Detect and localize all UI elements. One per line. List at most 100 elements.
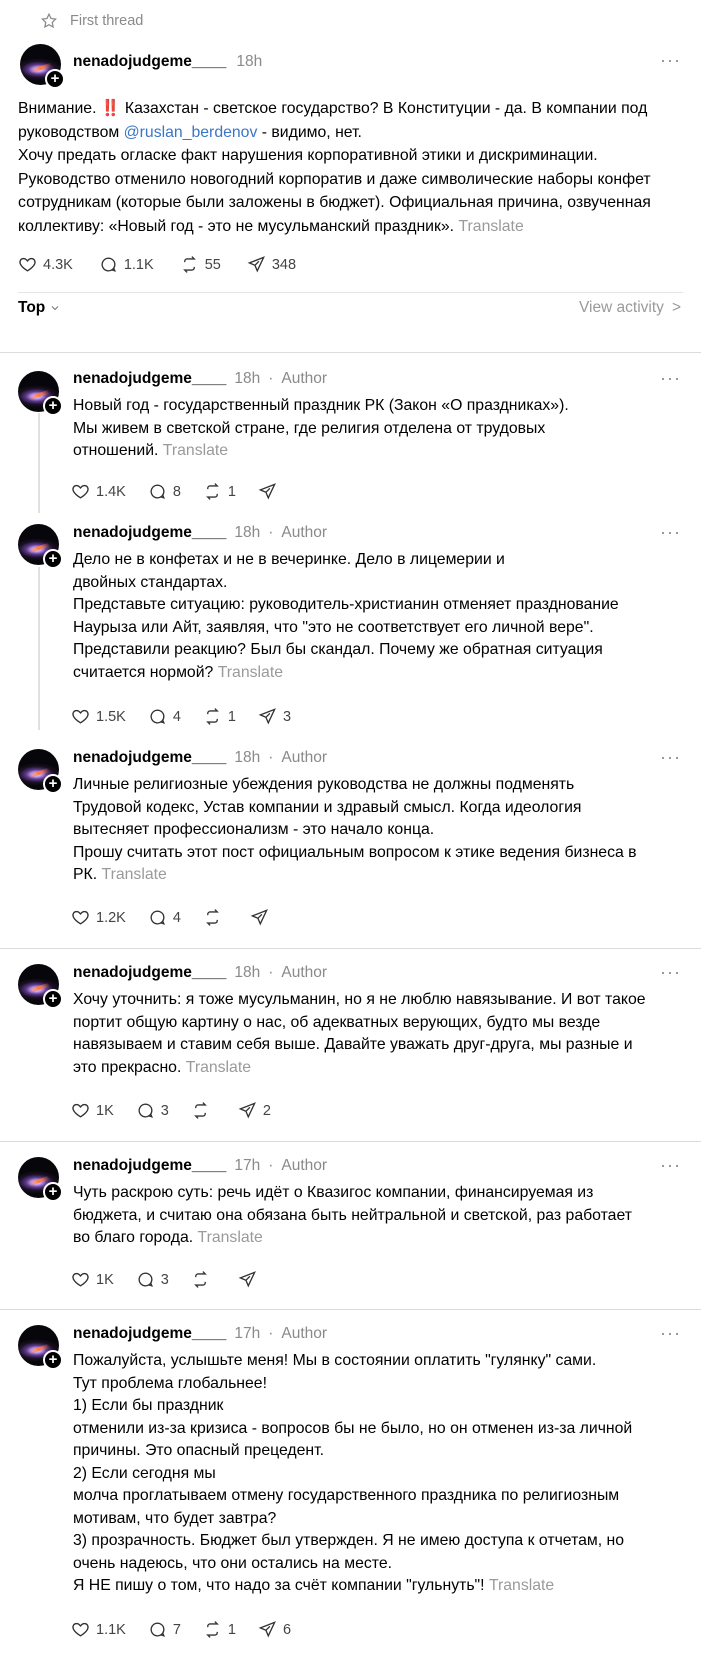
follow-plus-icon[interactable]: + bbox=[43, 774, 63, 794]
more-options-icon[interactable]: ··· bbox=[660, 747, 681, 768]
view-activity-link[interactable]: View activity > bbox=[579, 299, 681, 317]
avatar[interactable]: + bbox=[20, 44, 65, 89]
more-options-icon[interactable]: ··· bbox=[660, 368, 681, 389]
translate-link[interactable]: Translate bbox=[102, 866, 167, 883]
comment-button[interactable]: 3 bbox=[136, 1101, 169, 1120]
reply-line: Личные религиозные убеждения руководства… bbox=[73, 776, 575, 793]
avatar[interactable]: + bbox=[18, 964, 63, 1009]
reply-line: Хочу уточнить: я тоже мусульманин, но я … bbox=[73, 991, 646, 1008]
repost-count: 1 bbox=[227, 708, 236, 725]
reply-line: отношений. bbox=[73, 442, 159, 459]
follow-plus-icon[interactable]: + bbox=[45, 69, 65, 89]
repost-count: 1 bbox=[227, 1621, 236, 1638]
comment-button[interactable]: 7 bbox=[148, 1620, 181, 1639]
like-button[interactable]: 4.3K bbox=[18, 255, 73, 274]
follow-plus-icon[interactable]: + bbox=[43, 549, 63, 569]
like-count: 1K bbox=[96, 1102, 114, 1119]
avatar[interactable]: + bbox=[18, 524, 63, 569]
reply-body: Хочу уточнить: я тоже мусульманин, но я … bbox=[73, 989, 685, 1079]
comment-count: 3 bbox=[160, 1271, 169, 1288]
like-button[interactable]: 1K bbox=[71, 1101, 114, 1120]
comment-count: 8 bbox=[172, 483, 181, 500]
comment-button[interactable]: 4 bbox=[148, 707, 181, 726]
send-icon bbox=[258, 483, 276, 500]
username[interactable]: nenadojudgeme____ bbox=[73, 370, 226, 388]
like-button[interactable]: 1.2K bbox=[71, 908, 126, 927]
repost-button[interactable] bbox=[191, 1101, 216, 1120]
more-options-icon[interactable]: ··· bbox=[660, 522, 681, 543]
share-button[interactable] bbox=[250, 908, 275, 927]
repost-button[interactable]: 1 bbox=[203, 1620, 236, 1639]
post-text: Внимание. bbox=[18, 100, 101, 117]
repost-button[interactable]: 55 bbox=[180, 255, 221, 274]
repost-button[interactable]: 1 bbox=[203, 482, 236, 501]
comment-button[interactable]: 3 bbox=[136, 1270, 169, 1289]
username[interactable]: nenadojudgeme____ bbox=[73, 749, 226, 767]
translate-link[interactable]: Translate bbox=[186, 1059, 251, 1076]
username[interactable]: nenadojudgeme____ bbox=[73, 1157, 226, 1175]
reply-line: Пожалуйста, услышьте меня! Мы в состояни… bbox=[73, 1352, 597, 1369]
follow-plus-icon[interactable]: + bbox=[43, 1182, 63, 1202]
share-button[interactable] bbox=[258, 482, 283, 501]
more-options-icon[interactable]: ··· bbox=[660, 962, 681, 983]
reply-line: причины. Это опасный прецедент. bbox=[73, 1442, 325, 1459]
repost-button[interactable]: 1 bbox=[203, 707, 236, 726]
follow-plus-icon[interactable]: + bbox=[43, 989, 63, 1009]
repost-button[interactable] bbox=[203, 908, 228, 927]
share-button[interactable]: 348 bbox=[247, 255, 296, 274]
more-options-icon[interactable]: ··· bbox=[660, 1323, 681, 1344]
send-icon bbox=[250, 909, 268, 926]
share-count: 2 bbox=[262, 1102, 271, 1119]
more-options-icon[interactable]: ··· bbox=[660, 50, 681, 71]
repost-button[interactable] bbox=[191, 1270, 216, 1289]
reply-line: 2) Если сегодня мы bbox=[73, 1464, 216, 1482]
reply-line: 3) прозрачность. Бюджет был утвержден. Я… bbox=[73, 1532, 625, 1549]
reply-line: Чуть раскрою суть: речь идёт о Квазигос … bbox=[73, 1184, 594, 1201]
reply-line: очень надеюсь, что они остались на месте… bbox=[73, 1554, 393, 1572]
like-button[interactable]: 1.4K bbox=[71, 482, 126, 501]
translate-link[interactable]: Translate bbox=[458, 218, 523, 235]
comment-button[interactable]: 8 bbox=[148, 482, 181, 501]
reply-line: вытесняет профессионализм - это начало к… bbox=[73, 821, 435, 838]
more-options-icon[interactable]: ··· bbox=[660, 1155, 681, 1176]
comment-button[interactable]: 1.1K bbox=[99, 255, 154, 274]
reply-time: 18h bbox=[234, 370, 261, 387]
like-button[interactable]: 1.5K bbox=[71, 707, 126, 726]
avatar[interactable]: + bbox=[18, 1157, 63, 1202]
share-button[interactable]: 2 bbox=[238, 1101, 271, 1120]
post-text: - видимо, нет. bbox=[257, 123, 362, 141]
translate-link[interactable]: Translate bbox=[489, 1577, 554, 1594]
username[interactable]: nenadojudgeme____ bbox=[73, 1325, 226, 1343]
post-body: Внимание. ‼️ Казахстан - светское госуда… bbox=[18, 97, 683, 238]
follow-plus-icon[interactable]: + bbox=[43, 1350, 63, 1370]
mention-link[interactable]: @ruslan_berdenov bbox=[124, 124, 258, 141]
heart-icon bbox=[72, 709, 89, 724]
username[interactable]: nenadojudgeme____ bbox=[73, 524, 226, 542]
post-actions: 4.3K 1.1K 55 348 bbox=[18, 255, 296, 274]
comment-button[interactable]: 4 bbox=[148, 908, 181, 927]
translate-link[interactable]: Translate bbox=[198, 1229, 263, 1246]
reply-line: бюджета, и считаю она обязана быть нейтр… bbox=[73, 1206, 632, 1224]
like-button[interactable]: 1.1K bbox=[71, 1620, 126, 1639]
avatar[interactable]: + bbox=[18, 371, 63, 416]
like-button[interactable]: 1K bbox=[71, 1270, 114, 1289]
reply-line: отменили из-за кризиса - вопросов бы не … bbox=[73, 1419, 633, 1437]
follow-plus-icon[interactable]: + bbox=[43, 396, 63, 416]
reply-line: двойных стандартах. bbox=[73, 573, 228, 591]
share-button[interactable] bbox=[238, 1270, 263, 1289]
sort-dropdown[interactable]: Top bbox=[18, 299, 61, 317]
reply-line: Дело не в конфетах и не в вечеринке. Дел… bbox=[73, 551, 505, 568]
reply-actions: 1.5K 4 1 3 bbox=[71, 707, 291, 726]
heart-icon bbox=[72, 1622, 89, 1637]
translate-link[interactable]: Translate bbox=[163, 442, 228, 459]
username[interactable]: nenadojudgeme____ bbox=[73, 964, 226, 982]
share-button[interactable]: 6 bbox=[258, 1620, 291, 1639]
author-badge: Author bbox=[281, 964, 328, 981]
translate-link[interactable]: Translate bbox=[218, 664, 283, 681]
reply-time: 18h bbox=[234, 749, 261, 766]
username[interactable]: nenadojudgeme____ bbox=[73, 53, 226, 71]
share-button[interactable]: 3 bbox=[258, 707, 291, 726]
author-badge: Author bbox=[281, 749, 328, 766]
avatar[interactable]: + bbox=[18, 1325, 63, 1370]
avatar[interactable]: + bbox=[18, 749, 63, 794]
